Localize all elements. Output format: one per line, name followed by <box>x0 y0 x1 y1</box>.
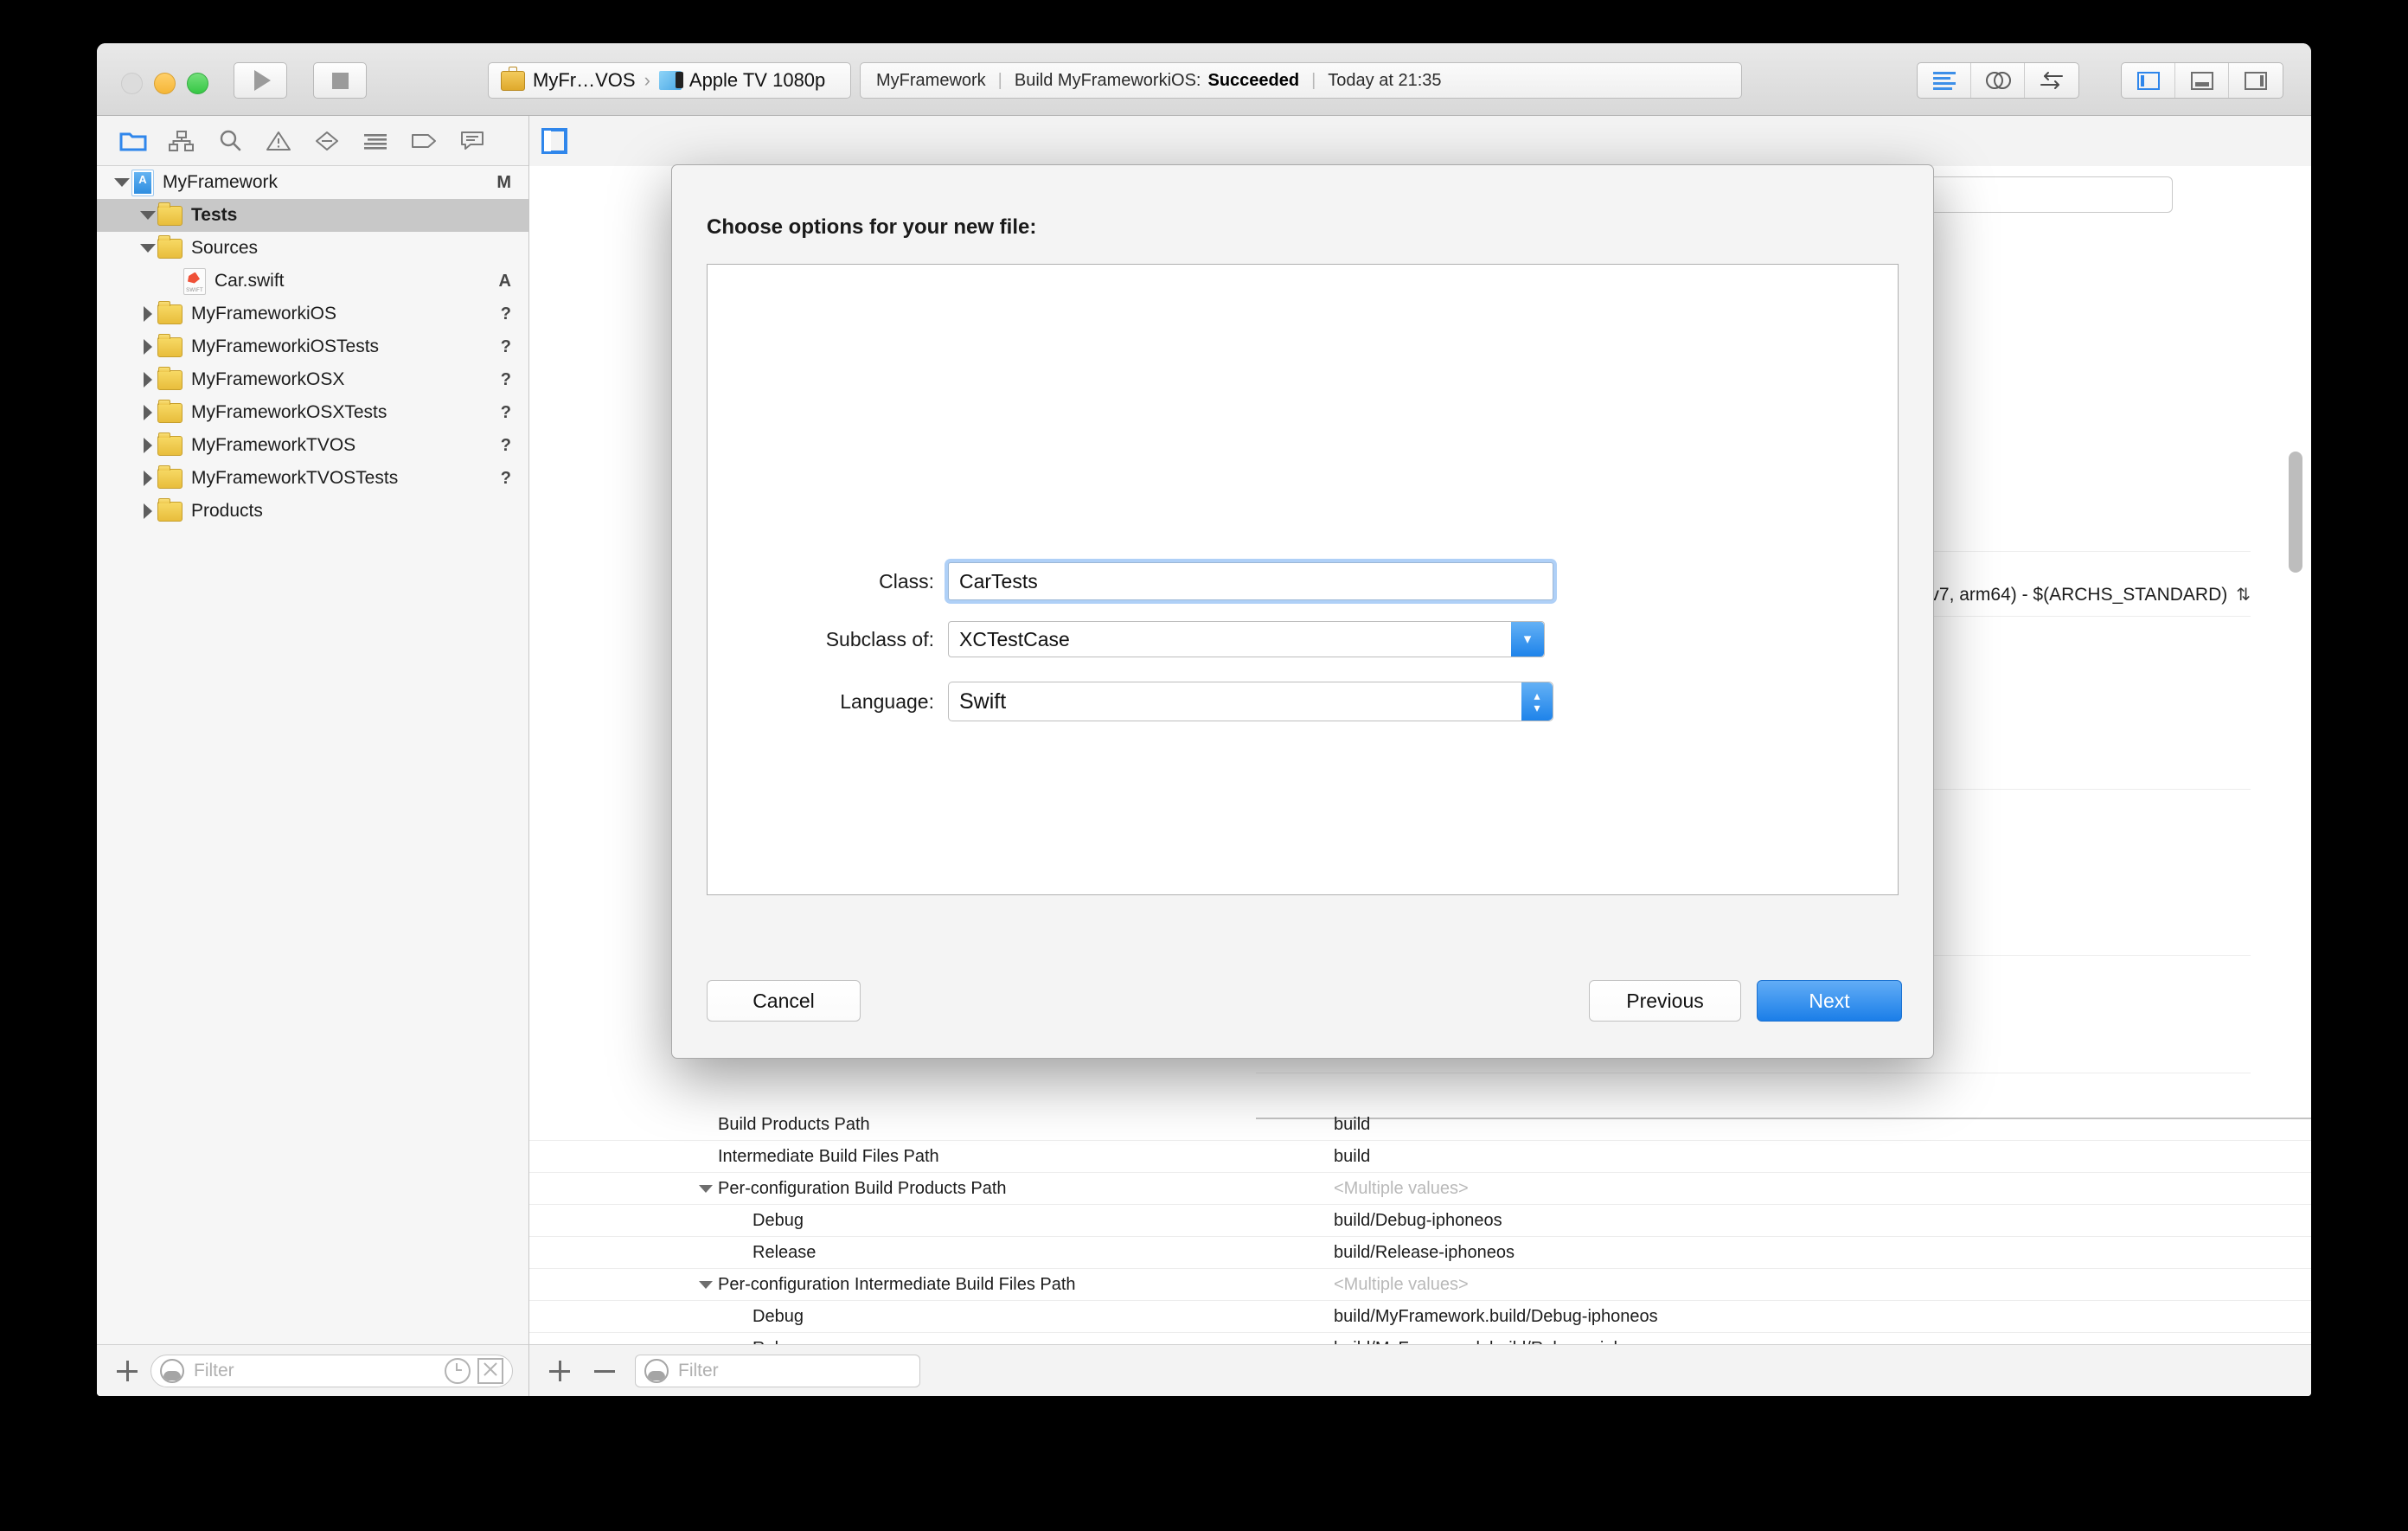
subclass-combo-box[interactable]: XCTestCase ▾ <box>948 621 1545 657</box>
new-file-options-dialog: Choose options for your new file: Class:… <box>671 164 1934 1059</box>
dialog-content-area: Class: CarTests Subclass of: XCTestCase … <box>707 264 1899 895</box>
class-field-label: Class: <box>879 569 934 593</box>
next-button[interactable]: Next <box>1757 980 1902 1022</box>
modal-backdrop: Choose options for your new file: Class:… <box>97 43 2311 1396</box>
class-input[interactable]: CarTests <box>948 562 1553 600</box>
language-field-row: Language: Swift ▴ ▾ <box>673 682 1553 721</box>
dialog-button-bar: Cancel Previous Next <box>672 954 1933 1058</box>
subclass-field-label: Subclass of: <box>825 627 934 650</box>
language-field-label: Language: <box>840 689 934 713</box>
dialog-title: Choose options for your new file: <box>707 215 1037 239</box>
cancel-button[interactable]: Cancel <box>707 980 861 1022</box>
previous-button[interactable]: Previous <box>1589 980 1741 1022</box>
subclass-field-row: Subclass of: XCTestCase ▾ <box>673 621 1545 657</box>
screen: MyFr…VOS › Apple TV 1080p MyFramework | … <box>0 0 2408 1531</box>
language-popup-button[interactable]: Swift ▴ ▾ <box>948 682 1553 721</box>
language-popup-value: Swift <box>959 689 1007 714</box>
class-field-row: Class: CarTests <box>673 562 1553 600</box>
xcode-window: MyFr…VOS › Apple TV 1080p MyFramework | … <box>97 43 2311 1396</box>
chevron-down-icon[interactable]: ▾ <box>1511 622 1544 657</box>
chevron-up-down-icon[interactable]: ▴ ▾ <box>1521 682 1553 721</box>
class-input-value: CarTests <box>959 569 1038 593</box>
subclass-combo-value: XCTestCase <box>959 627 1070 650</box>
